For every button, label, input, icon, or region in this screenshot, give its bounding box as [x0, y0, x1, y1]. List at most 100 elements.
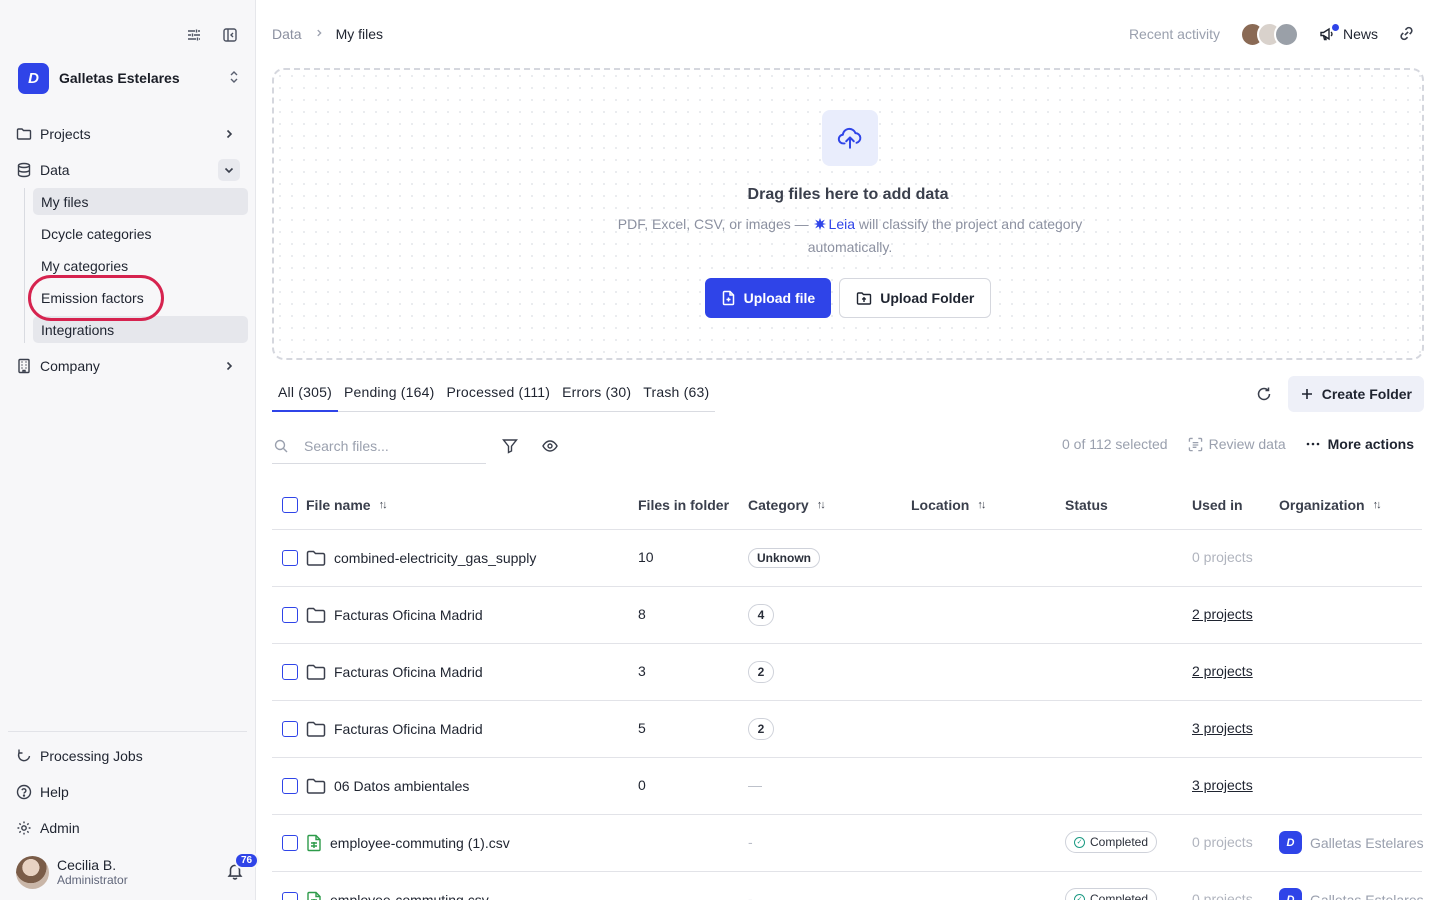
filter-icon[interactable] [502, 438, 518, 454]
avatar [16, 855, 49, 889]
used-in-link[interactable]: 2 projects [1192, 606, 1253, 622]
tab-trash[interactable]: Trash (63) [637, 378, 715, 412]
table-row[interactable]: 06 Datos ambientales 0 — 3 projects [272, 758, 1422, 815]
used-in: 0 projects [1192, 834, 1253, 850]
table-row[interactable]: Facturas Oficina Madrid 3 2 2 projects [272, 644, 1422, 701]
folder-upload-icon [857, 291, 872, 305]
sidebar-item-integrations[interactable]: Integrations [33, 316, 248, 343]
tab-all[interactable]: All (305) [272, 378, 338, 412]
link-icon[interactable] [1398, 25, 1416, 43]
leia-assistant[interactable]: Leia [813, 216, 855, 232]
file-name[interactable]: 06 Datos ambientales [334, 778, 469, 794]
breadcrumb-current: My files [335, 26, 384, 42]
user-profile[interactable]: Cecilia B. Administrator 76 [16, 852, 260, 892]
used-in-link[interactable]: 2 projects [1192, 663, 1253, 679]
refresh-icon[interactable] [1256, 386, 1272, 402]
org-switcher[interactable]: D Galletas Estelares [18, 62, 240, 94]
file-name[interactable]: combined-electricity_gas_supply [334, 550, 536, 566]
file-dropzone[interactable]: Drag files here to add data PDF, Excel, … [272, 68, 1424, 360]
sidebar-item-dcycle-categories[interactable]: Dcycle categories [33, 220, 248, 247]
chevron-right-icon[interactable] [218, 123, 240, 145]
file-name[interactable]: Facturas Oficina Madrid [334, 664, 483, 680]
avatar [1273, 21, 1299, 47]
help-circle-icon [16, 784, 32, 800]
status-badge: ✓ Completed [1065, 888, 1158, 900]
cloud-upload-icon [822, 110, 878, 166]
table-row[interactable]: employee-commuting (1).csv - ✓ Completed … [272, 815, 1424, 872]
category-count-chip: 4 [748, 604, 774, 626]
row-checkbox[interactable] [282, 892, 298, 900]
sliders-icon[interactable] [185, 26, 203, 44]
folder-icon [306, 721, 326, 737]
file-name[interactable]: Facturas Oficina Madrid [334, 607, 483, 623]
sidebar-item-emission-factors[interactable]: Emission factors [33, 284, 248, 311]
upload-file-button[interactable]: Upload file [704, 278, 832, 318]
row-checkbox[interactable] [282, 664, 298, 680]
upload-folder-button[interactable]: Upload Folder [839, 278, 992, 318]
table-row[interactable]: Facturas Oficina Madrid 8 4 2 projects [272, 587, 1422, 644]
chevron-right-icon [314, 27, 324, 41]
dropzone-subtitle: PDF, Excel, CSV, or images — Leia will c… [617, 216, 1083, 255]
file-name[interactable]: employee-commuting (1).csv [330, 835, 510, 851]
used-in-link[interactable]: 3 projects [1192, 777, 1253, 793]
review-data-button[interactable]: Review data [1188, 436, 1286, 452]
folder-icon [306, 550, 326, 566]
more-actions-button[interactable]: More actions [1306, 436, 1414, 452]
collapse-sidebar-icon[interactable] [221, 26, 239, 44]
status-badge: ✓ Completed [1065, 831, 1158, 853]
sidebar-item-my-files[interactable]: My files [33, 188, 248, 215]
column-header-location[interactable]: Location [911, 497, 969, 513]
eye-icon[interactable] [542, 438, 558, 454]
sidebar-item-data[interactable]: Data [0, 152, 256, 188]
folder-icon [306, 607, 326, 623]
sidebar-item-processing-jobs[interactable]: Processing Jobs [0, 738, 256, 774]
row-checkbox[interactable] [282, 778, 298, 794]
sidebar-item-help[interactable]: Help [0, 774, 256, 810]
sidebar-item-my-categories[interactable]: My categories [33, 252, 248, 279]
news-button[interactable]: News [1319, 24, 1378, 42]
row-checkbox[interactable] [282, 835, 298, 851]
file-name[interactable]: employee-commuting.csv [330, 892, 489, 900]
row-checkbox[interactable] [282, 721, 298, 737]
create-folder-button[interactable]: Create Folder [1287, 376, 1424, 412]
tab-errors[interactable]: Errors (30) [556, 378, 637, 412]
column-header-category[interactable]: Category [748, 497, 809, 513]
sidebar-item-admin[interactable]: Admin [0, 810, 256, 846]
tab-processed[interactable]: Processed (111) [441, 378, 557, 412]
organization-name: Galletas Estelares [1310, 891, 1424, 900]
column-header-files-in-folder: Files in folder [638, 497, 730, 513]
table-row[interactable]: Facturas Oficina Madrid 5 2 3 projects [272, 701, 1422, 758]
collaborator-avatars[interactable] [1239, 21, 1299, 47]
column-header-organization[interactable]: Organization [1279, 497, 1365, 513]
sort-icon[interactable]: ↑↓ [1373, 499, 1382, 511]
sort-icon[interactable]: ↑↓ [817, 499, 826, 511]
gear-icon [16, 820, 32, 836]
chevron-down-icon[interactable] [218, 159, 240, 181]
recent-activity-link[interactable]: Recent activity [1129, 26, 1220, 42]
spreadsheet-file-icon [307, 834, 321, 852]
used-in-link[interactable]: 3 projects [1192, 720, 1253, 736]
scan-icon [1188, 437, 1202, 451]
sidebar-item-projects[interactable]: Projects [0, 116, 256, 152]
row-checkbox[interactable] [282, 607, 298, 623]
table-row[interactable]: employee-commuting.csv - ✓ Completed 0 pr… [272, 872, 1424, 900]
tab-pending[interactable]: Pending (164) [338, 378, 441, 412]
search-input[interactable] [304, 437, 474, 454]
column-header-file-name[interactable]: File name [306, 497, 371, 513]
ellipsis-icon [1306, 442, 1319, 446]
check-circle-icon: ✓ [1074, 893, 1085, 900]
row-checkbox[interactable] [282, 550, 298, 566]
file-name[interactable]: Facturas Oficina Madrid [334, 721, 483, 737]
organization-name: Galletas Estelares [1310, 834, 1424, 851]
plus-icon [1301, 389, 1312, 399]
used-in: 0 projects [1192, 891, 1253, 900]
breadcrumb-data[interactable]: Data [272, 26, 302, 42]
sort-icon[interactable]: ↑↓ [977, 499, 986, 511]
sidebar-item-company[interactable]: Company [0, 348, 256, 384]
notifications-bell[interactable]: 76 [226, 852, 260, 882]
table-row[interactable]: combined-electricity_gas_supply 10 Unkno… [272, 530, 1422, 587]
select-all-checkbox[interactable] [282, 497, 298, 513]
org-name: Galletas Estelares [59, 70, 180, 86]
chevron-right-icon[interactable] [218, 355, 240, 377]
sort-icon[interactable]: ↑↓ [379, 499, 388, 511]
